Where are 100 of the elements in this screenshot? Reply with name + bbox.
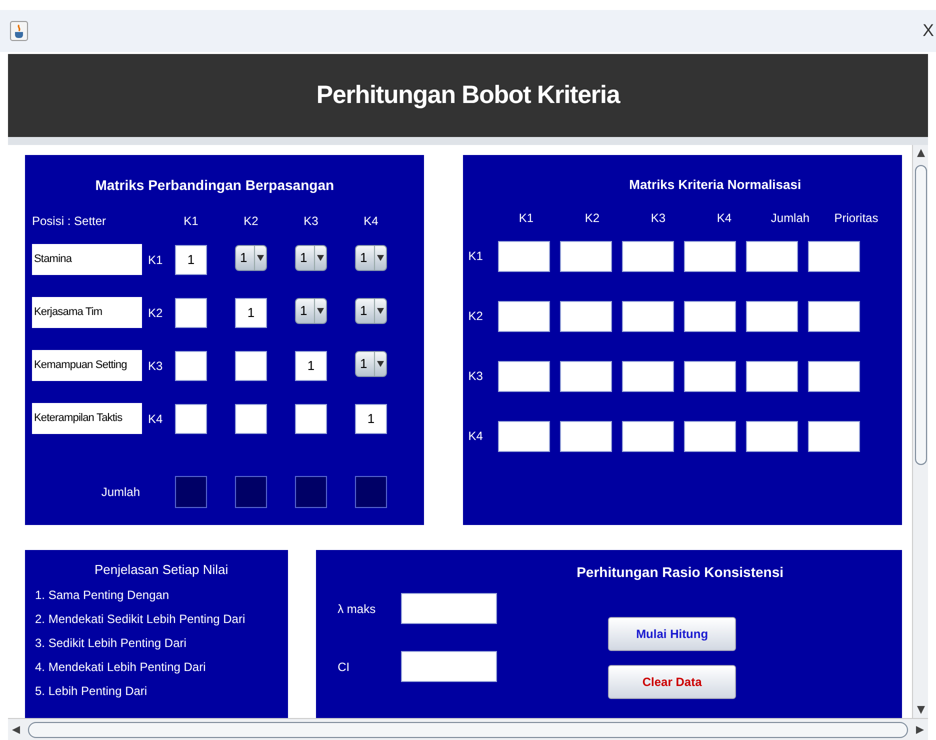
caret-icon — [317, 308, 324, 314]
legend-item: 3. Sedikit Lebih Penting Dari — [35, 634, 188, 652]
total-field — [175, 476, 207, 508]
input-field[interactable] — [622, 240, 674, 272]
panel-title: Matriks Kriteria Normalisasi — [629, 176, 802, 194]
input-field[interactable]: 1 — [355, 404, 387, 434]
column-header: K1 — [182, 213, 200, 230]
column-header: K4 — [362, 213, 380, 230]
row-label: K1 — [468, 248, 484, 265]
row-label: K3 — [468, 368, 484, 385]
row-label: K2 — [147, 304, 164, 322]
input-field[interactable] — [808, 360, 860, 392]
input-field[interactable] — [684, 420, 736, 452]
input-field[interactable] — [400, 651, 497, 682]
column-header: K3 — [302, 213, 320, 230]
input-field[interactable] — [746, 420, 798, 452]
column-header: K1 — [518, 210, 535, 226]
column-header: Prioritas — [833, 210, 880, 226]
header-title: Perhitungan Bobot Kriteria — [316, 80, 620, 111]
input-field[interactable] — [684, 300, 736, 332]
input-field[interactable] — [498, 300, 550, 332]
input-field[interactable] — [498, 360, 550, 392]
input-field[interactable] — [175, 350, 207, 380]
column-header: K3 — [650, 210, 667, 226]
close-button[interactable]: X — [920, 18, 936, 44]
dropdown[interactable]: 1 — [235, 244, 267, 270]
row-label: K4 — [147, 410, 164, 428]
input-field[interactable]: 1 — [235, 298, 267, 328]
right-arrow-icon — [916, 726, 924, 734]
column-header: K4 — [716, 210, 733, 226]
column-header: K2 — [584, 210, 601, 226]
criteria-field[interactable]: Keterampilan Taktis — [32, 403, 142, 434]
caret-icon — [377, 308, 384, 314]
dropdown[interactable]: 1 — [355, 350, 387, 376]
row-label: K4 — [468, 428, 484, 445]
input-field[interactable] — [622, 300, 674, 332]
panel-title: Matriks Perbandingan Berpasangan — [95, 176, 334, 195]
total-field — [355, 476, 387, 508]
input-field[interactable] — [684, 240, 736, 272]
field-label: CI — [338, 658, 351, 676]
input-field[interactable] — [175, 298, 207, 328]
caret-icon — [257, 254, 264, 260]
total-field — [295, 476, 327, 508]
input-field[interactable] — [560, 420, 612, 452]
legend-item: 5. Lebih Penting Dari — [35, 682, 148, 700]
input-field[interactable] — [235, 404, 267, 434]
field-label: λ maks — [338, 600, 377, 618]
action-button[interactable]: Mulai Hitung — [608, 617, 736, 651]
column-header: K2 — [242, 213, 260, 230]
input-field[interactable] — [808, 420, 860, 452]
total-field — [235, 476, 267, 508]
input-field[interactable] — [400, 593, 497, 624]
row-label: K1 — [147, 252, 164, 268]
scroll-thumb[interactable] — [914, 165, 926, 465]
input-field[interactable]: 1 — [175, 244, 207, 274]
input-field[interactable] — [622, 420, 674, 452]
coffee-cup-icon — [10, 21, 28, 41]
input-field[interactable]: 1 — [295, 350, 327, 380]
scroll-thumb[interactable] — [28, 722, 908, 738]
input-field[interactable] — [622, 360, 674, 392]
left-arrow-icon — [12, 726, 20, 734]
input-field[interactable] — [295, 404, 327, 434]
legend-item: 1. Sama Penting Dengan — [35, 586, 170, 604]
criteria-field[interactable]: Stamina — [32, 244, 142, 275]
criteria-field[interactable]: Kerjasama Tim — [32, 297, 142, 328]
down-arrow-icon — [916, 706, 924, 714]
position-label: Posisi : Setter — [32, 213, 108, 230]
criteria-field[interactable]: Kemampuan Setting — [32, 350, 142, 381]
action-button[interactable]: Clear Data — [608, 665, 736, 699]
input-field[interactable] — [808, 240, 860, 272]
vertical-scrollbar[interactable] — [912, 145, 928, 718]
up-arrow-icon — [916, 149, 924, 157]
dropdown[interactable]: 1 — [355, 244, 387, 270]
caret-icon — [317, 254, 324, 260]
input-field[interactable] — [175, 404, 207, 434]
input-field[interactable] — [235, 350, 267, 380]
input-field[interactable] — [808, 300, 860, 332]
input-field[interactable] — [560, 240, 612, 272]
dropdown[interactable]: 1 — [295, 244, 327, 270]
total-label: Jumlah — [100, 484, 141, 501]
legend-item: 4. Mendekati Lebih Penting Dari — [35, 658, 207, 676]
input-field[interactable] — [560, 360, 612, 392]
input-field[interactable] — [746, 360, 798, 392]
input-field[interactable] — [560, 300, 612, 332]
input-field[interactable] — [684, 360, 736, 392]
input-field[interactable] — [498, 420, 550, 452]
caret-icon — [377, 360, 384, 366]
panel-title: Perhitungan Rasio Konsistensi — [576, 563, 784, 582]
horizontal-scrollbar[interactable] — [8, 718, 928, 740]
row-label: K3 — [147, 358, 164, 374]
column-header: Jumlah — [770, 210, 811, 226]
input-field[interactable] — [746, 240, 798, 272]
input-field[interactable] — [746, 300, 798, 332]
panel-title: Penjelasan Setiap Nilai — [94, 561, 228, 579]
input-field[interactable] — [498, 240, 550, 272]
row-label: K2 — [468, 308, 484, 325]
dropdown[interactable]: 1 — [355, 298, 387, 324]
dropdown[interactable]: 1 — [295, 298, 327, 324]
caret-icon — [377, 254, 384, 260]
legend-item: 2. Mendekati Sedikit Lebih Penting Dari — [35, 610, 246, 628]
